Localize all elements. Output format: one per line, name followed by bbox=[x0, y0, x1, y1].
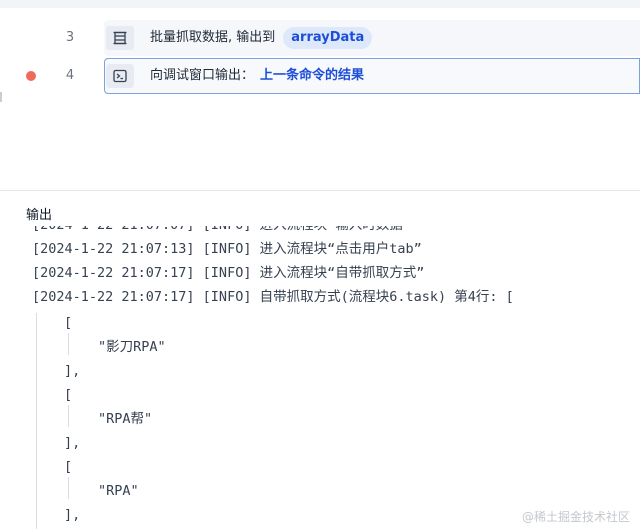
indent-guide bbox=[36, 313, 37, 529]
json-line: "RPA" bbox=[98, 483, 139, 499]
json-line: "RPA帮" bbox=[98, 411, 153, 427]
flow-step-label: 向调试窗口输出： 上一条命令的结果 bbox=[150, 58, 364, 94]
json-line: [ bbox=[64, 459, 73, 475]
line-number: 3 bbox=[65, 30, 75, 45]
terminal-icon bbox=[106, 64, 134, 88]
json-line: [ bbox=[64, 387, 73, 403]
json-line: ], bbox=[64, 363, 81, 379]
flow-step-row-active[interactable]: 4 向调试窗口输出： 上一条命令的结果 bbox=[0, 58, 640, 94]
watermark: @稀土掘金技术社区 bbox=[521, 510, 630, 524]
editor-top-strip bbox=[0, 0, 640, 8]
flow-step-label: 批量抓取数据, 输出到 arrayData bbox=[150, 20, 373, 56]
indent-guide bbox=[68, 405, 69, 427]
json-line: [ bbox=[64, 315, 73, 331]
json-line: ], bbox=[64, 507, 81, 523]
log-line: [2024-1-22 21:07:17] [INFO] 自带抓取方式(流程块6.… bbox=[32, 289, 514, 305]
table-icon bbox=[106, 26, 134, 50]
variable-chip[interactable]: arrayData bbox=[283, 27, 373, 49]
json-line: ], bbox=[64, 435, 81, 451]
flow-step-text: 向调试窗口输出： bbox=[150, 68, 255, 83]
flow-step-row[interactable]: 3 批量抓取数据, 输出到 arrayData bbox=[0, 20, 640, 56]
log-line: [2024-1-22 21:07:13] [INFO] 进入流程块“点击用户ta… bbox=[32, 241, 422, 257]
flow-editor: 3 批量抓取数据, 输出到 arrayData 4 向调试窗口输出： 上一条命令… bbox=[0, 0, 640, 190]
log-line: [2024-1-22 21:07:07] [INFO] 进入流程块"输入时数据" bbox=[32, 217, 411, 233]
line-number: 4 bbox=[65, 68, 75, 83]
json-line: "影刀RPA" bbox=[98, 339, 166, 355]
log-line: [2024-1-22 21:07:17] [INFO] 进入流程块“自带抓取方式… bbox=[32, 265, 425, 281]
output-panel: 输出 [2024-1-22 21:07:07] [INFO] 进入流程块"输入时… bbox=[0, 191, 640, 529]
indent-guide bbox=[68, 477, 69, 499]
output-panel-title: 输出 bbox=[26, 208, 53, 223]
indent-guide bbox=[68, 333, 69, 355]
breakpoint-dot[interactable] bbox=[26, 71, 36, 81]
flow-step-text: 批量抓取数据, 输出到 bbox=[150, 30, 276, 45]
step-param-link[interactable]: 上一条命令的结果 bbox=[260, 58, 364, 94]
